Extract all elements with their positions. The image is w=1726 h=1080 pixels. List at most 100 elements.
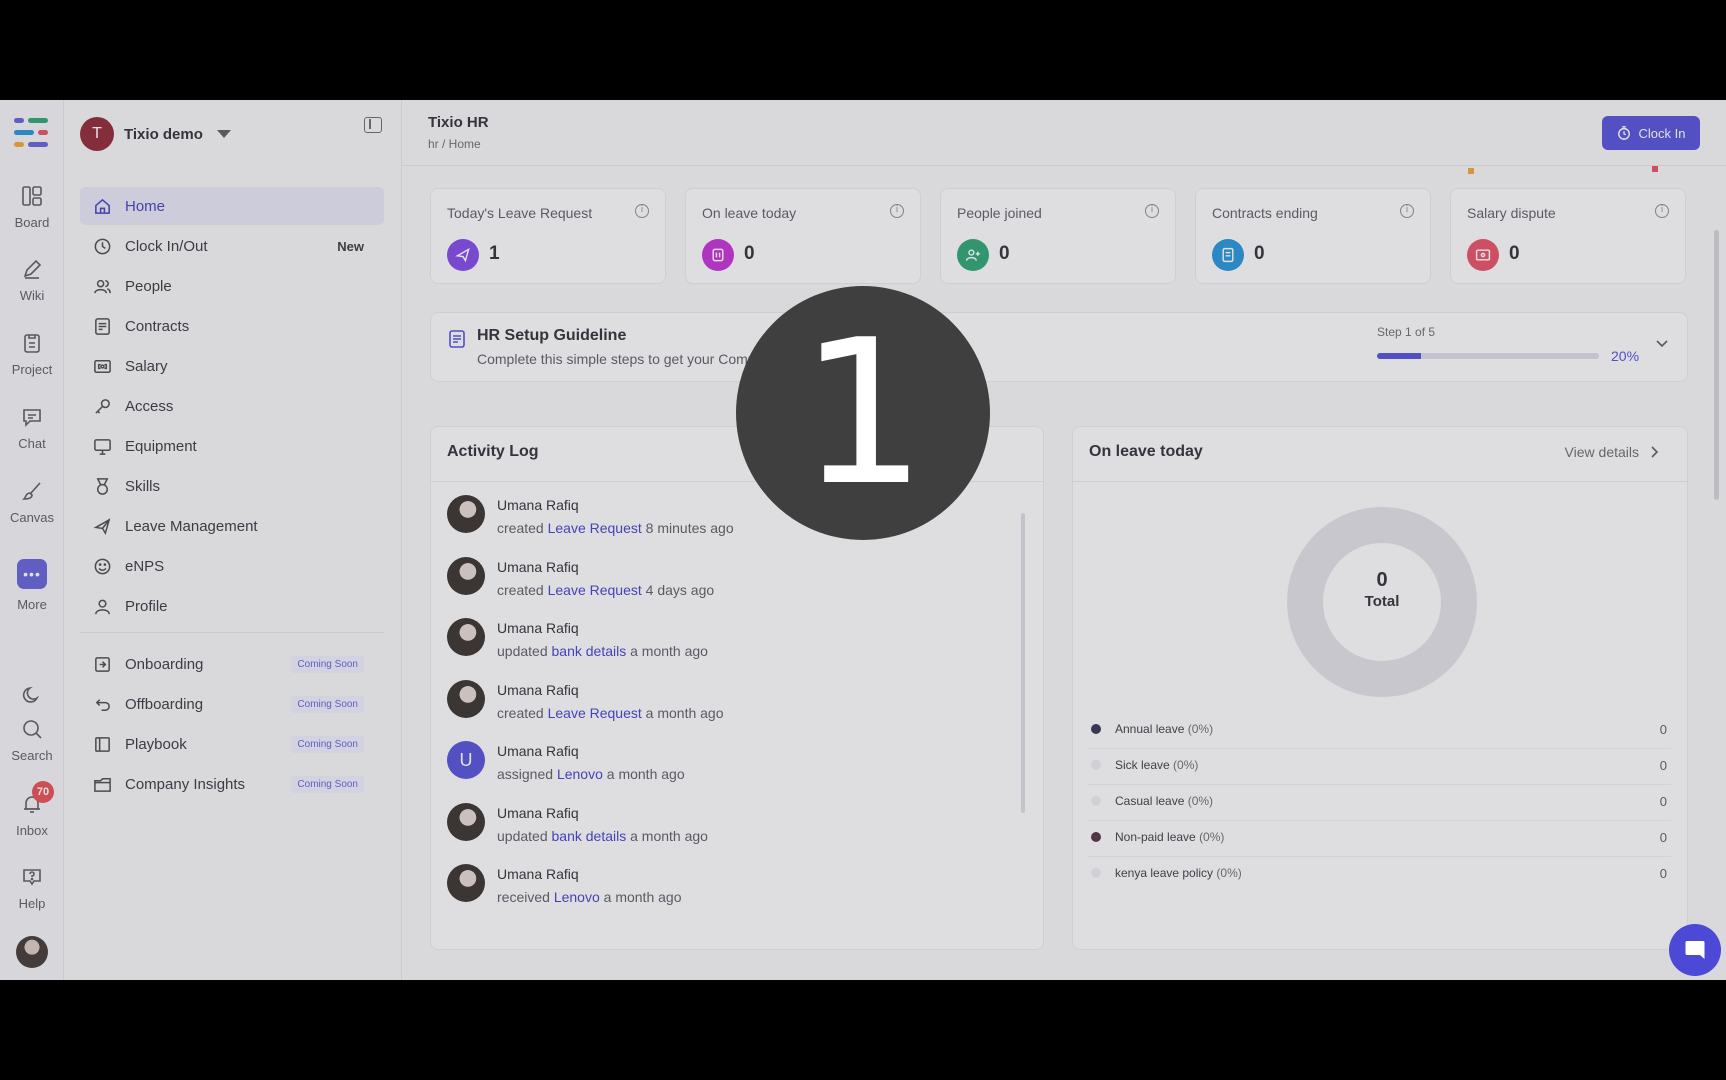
info-icon[interactable]: i: [635, 204, 649, 218]
page-scrollbar[interactable]: [1714, 230, 1719, 500]
rail-board[interactable]: Board: [0, 185, 64, 230]
activity-description: assigned Lenovo a month ago: [497, 766, 685, 782]
breadcrumb[interactable]: hr / Home: [428, 137, 481, 151]
activity-link[interactable]: bank details: [552, 643, 627, 659]
nav-offboarding[interactable]: Offboarding Coming Soon: [80, 685, 384, 723]
workspace-switcher[interactable]: T Tixio demo: [80, 117, 231, 151]
rail-search-label: Search: [11, 748, 53, 763]
app-frame: Board Wiki Project Chat Canvas ••• More …: [0, 100, 1726, 980]
avatar[interactable]: [447, 495, 485, 533]
rail-search[interactable]: Search: [0, 718, 64, 763]
activity-link[interactable]: Leave Request: [548, 705, 642, 721]
nav-onboarding[interactable]: Onboarding Coming Soon: [80, 645, 384, 683]
activity-time: a month ago: [645, 704, 724, 721]
activity-row: U Umana Rafiq assigned Lenovo a month ago: [447, 737, 1007, 793]
legend-dot: [1091, 832, 1101, 842]
activity-user-name[interactable]: Umana Rafiq: [497, 805, 579, 821]
nav-playbook[interactable]: Playbook Coming Soon: [80, 725, 384, 763]
rail-inbox[interactable]: 70 Inbox: [0, 781, 64, 838]
stat-card-leave-requests[interactable]: Today's Leave Request i 1: [430, 188, 666, 284]
nav-skills[interactable]: Skills: [80, 467, 384, 505]
nav-people[interactable]: People: [80, 267, 384, 305]
nav-leave-management[interactable]: Leave Management: [80, 507, 384, 545]
workspace-name: Tixio demo: [124, 125, 203, 143]
stat-card-people-joined[interactable]: People joined i 0: [940, 188, 1176, 284]
activity-verb: created: [497, 581, 544, 598]
nav-company-insights[interactable]: Company Insights Coming Soon: [80, 765, 384, 803]
avatar[interactable]: [447, 802, 485, 841]
rail-canvas[interactable]: Canvas: [0, 480, 64, 525]
theme-toggle[interactable]: [0, 685, 64, 713]
nav-clock-label: Clock In/Out: [125, 237, 208, 255]
avatar[interactable]: [447, 556, 485, 595]
inbox-badge: 70: [32, 781, 54, 803]
rail-wiki-label: Wiki: [19, 288, 45, 303]
legend-dot: [1091, 724, 1101, 734]
nav-equipment[interactable]: Equipment: [80, 427, 384, 465]
activity-description: received Lenovo a month ago: [497, 889, 681, 905]
info-icon[interactable]: i: [1400, 204, 1414, 218]
avatar[interactable]: [447, 618, 485, 656]
nav-access[interactable]: Access: [80, 387, 384, 425]
legend-row: kenya leave policy (0%) 0: [1087, 855, 1671, 893]
activity-link[interactable]: Lenovo: [554, 889, 600, 905]
rail-chat[interactable]: Chat: [0, 406, 64, 451]
activity-time: 8 minutes ago: [645, 520, 734, 536]
rail-wiki[interactable]: Wiki: [0, 258, 64, 303]
legend-row: Non-paid leave (0%) 0: [1087, 819, 1671, 857]
collapse-sidebar-icon[interactable]: [364, 117, 382, 133]
nav-enps[interactable]: eNPS: [80, 547, 384, 585]
stat-title: People joined: [957, 205, 1042, 221]
stat-card-salary-dispute[interactable]: Salary dispute i 0: [1450, 188, 1686, 284]
activity-link[interactable]: Lenovo: [557, 766, 603, 782]
stat-card-on-leave[interactable]: On leave today i 0: [685, 188, 921, 284]
avatar[interactable]: [447, 679, 485, 718]
avatar[interactable]: [447, 864, 485, 902]
nav-profile[interactable]: Profile: [80, 587, 384, 625]
stat-card-contracts-ending[interactable]: Contracts ending i 0: [1195, 188, 1431, 284]
nav-offboarding-label: Offboarding: [125, 695, 204, 713]
clock-in-button[interactable]: Clock In: [1602, 116, 1700, 150]
moon-icon: [22, 686, 40, 703]
hr-setup-guideline[interactable]: HR Setup Guideline Complete this simple …: [430, 312, 1688, 382]
contract-icon: [1212, 239, 1244, 271]
activity-link[interactable]: bank details: [552, 828, 627, 844]
nav-salary[interactable]: Salary: [80, 347, 384, 385]
support-chat-button[interactable]: [1669, 924, 1721, 976]
nav-home[interactable]: Home: [80, 187, 384, 225]
monitor-icon: [92, 436, 112, 456]
rail-help[interactable]: Help: [0, 866, 64, 911]
avatar[interactable]: U: [447, 741, 485, 779]
skills-icon: [92, 476, 112, 496]
activity-link[interactable]: Leave Request: [548, 520, 642, 536]
chevron-down-icon[interactable]: [1655, 337, 1669, 351]
rail-more-label: More: [17, 597, 47, 612]
activity-scrollbar[interactable]: [1021, 513, 1025, 813]
stat-title: On leave today: [702, 205, 797, 221]
activity-user-name[interactable]: Umana Rafiq: [497, 682, 579, 698]
activity-row: Umana Rafiq updated bank details a month …: [447, 799, 1007, 855]
nav-clock-in-out[interactable]: Clock In/Out New: [80, 227, 384, 265]
info-icon[interactable]: i: [1655, 204, 1669, 218]
activity-description: created Leave Request 4 days ago: [497, 582, 714, 598]
view-details-link[interactable]: View details: [1565, 444, 1659, 460]
legend-label: Non-paid leave (0%): [1115, 830, 1224, 844]
activity-user-name[interactable]: Umana Rafiq: [497, 866, 579, 882]
setup-title: HR Setup Guideline: [477, 327, 627, 344]
rail-more[interactable]: ••• More: [0, 559, 64, 612]
activity-link[interactable]: Leave Request: [548, 582, 642, 598]
info-icon[interactable]: i: [890, 204, 904, 218]
coming-soon-tag: Coming Soon: [291, 655, 364, 673]
nav-contracts[interactable]: Contracts: [80, 307, 384, 345]
rail-chat-label: Chat: [18, 436, 46, 451]
workspace-avatar: T: [80, 117, 114, 151]
activity-user-name[interactable]: Umana Rafiq: [497, 620, 579, 636]
nav-access-label: Access: [125, 397, 174, 415]
activity-user-name[interactable]: Umana Rafiq: [497, 497, 579, 513]
rail-project[interactable]: Project: [0, 332, 64, 377]
activity-user-name[interactable]: Umana Rafiq: [497, 743, 579, 759]
nav-profile-label: Profile: [125, 597, 168, 615]
info-icon[interactable]: i: [1145, 204, 1159, 218]
user-avatar[interactable]: [16, 936, 48, 968]
activity-user-name[interactable]: Umana Rafiq: [497, 559, 579, 575]
